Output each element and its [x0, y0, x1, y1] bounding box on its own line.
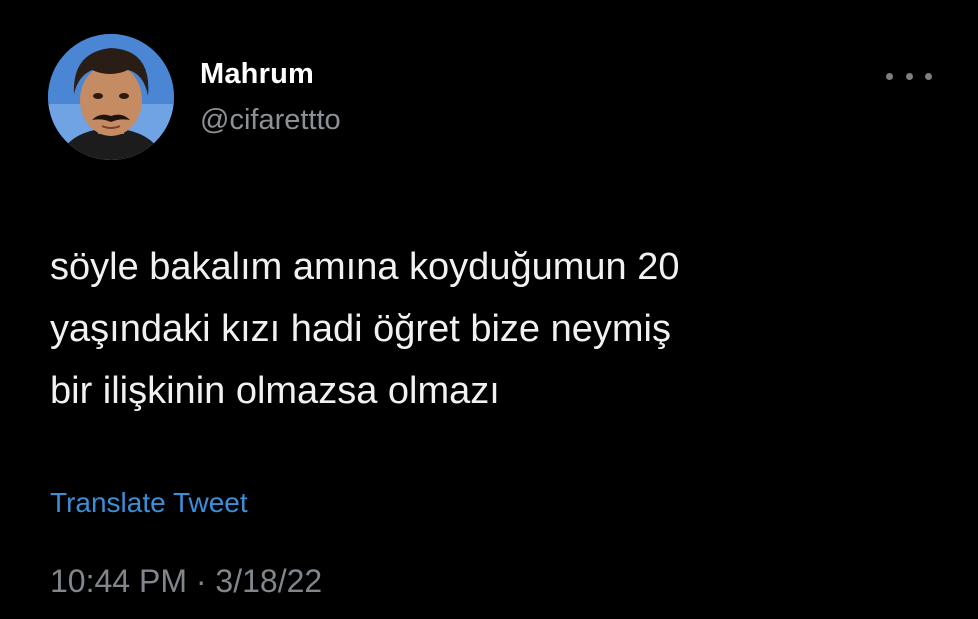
timestamp-separator: ·: [195, 563, 207, 599]
more-dot: [886, 72, 893, 80]
author-display-name[interactable]: Mahrum: [200, 58, 314, 91]
more-dot: [905, 72, 913, 80]
more-dot: [925, 72, 932, 80]
more-options-icon[interactable]: [886, 64, 932, 88]
tweet-card: Mahrum @cifarettto söyle bakalım amına k…: [0, 0, 978, 619]
profile-avatar[interactable]: [48, 34, 174, 160]
tweet-date: 3/18/22: [215, 563, 323, 599]
translate-tweet-link[interactable]: Translate Tweet: [50, 487, 248, 519]
tweet-time: 10:44 PM: [50, 563, 187, 599]
tweet-timestamp[interactable]: 10:44 PM · 3/18/22: [50, 563, 322, 600]
tweet-text: söyle bakalım amına koyduğumun 20 yaşınd…: [50, 246, 680, 412]
author-handle[interactable]: @cifarettto: [200, 104, 341, 137]
avatar-image: [48, 34, 174, 160]
